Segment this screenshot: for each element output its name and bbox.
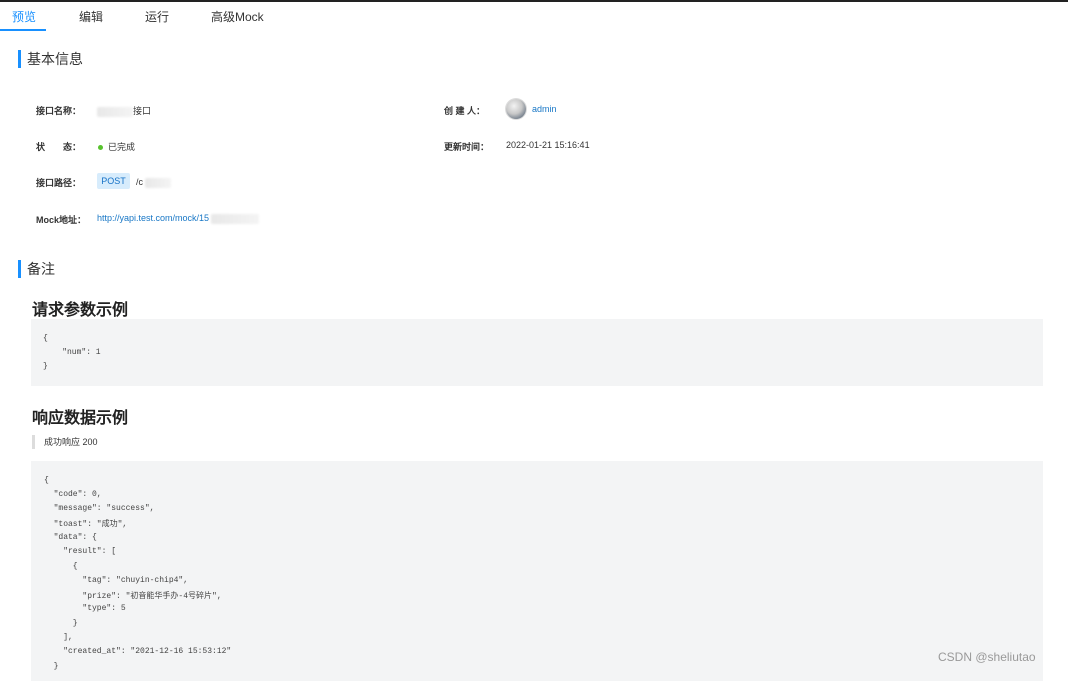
redacted-text — [211, 213, 260, 224]
path-text: /c — [136, 177, 144, 187]
status-label: 状 态： — [36, 142, 82, 152]
code-line: } — [43, 362, 48, 371]
status-value: 已完成 — [98, 140, 135, 153]
status-text: 已完成 — [108, 142, 136, 152]
code-line: "message": "success", — [44, 504, 155, 513]
code-line: "type": 5 — [44, 604, 126, 613]
code-line: { — [44, 476, 49, 485]
remarks-title: 备注 — [18, 260, 55, 278]
method-badge: POST — [97, 173, 130, 189]
updated-time-value: 2022-01-21 15:16:41 — [506, 140, 590, 150]
code-line: { — [44, 562, 78, 571]
request-code-block: { "num": 1 } — [31, 319, 1043, 386]
interface-name-value: 接口 — [97, 104, 151, 117]
interface-name-label: 接口名称： — [36, 106, 82, 116]
code-line: "result": [ — [44, 547, 117, 556]
code-line: "tag": "chuyin-chip4", — [44, 576, 189, 585]
code-line: { — [43, 334, 48, 343]
creator-label: 创 建 人： — [444, 106, 486, 116]
tab-edit[interactable]: 编辑 — [79, 8, 103, 25]
interface-path-label: 接口路径： — [36, 178, 82, 188]
interface-name-text: 接口 — [133, 106, 152, 116]
avatar[interactable] — [506, 99, 526, 119]
tab-preview[interactable]: 预览 — [12, 8, 36, 25]
code-line: ], — [44, 633, 73, 642]
tab-bar: 预览 编辑 运行 高级Mock — [0, 2, 1068, 32]
redacted-text — [97, 106, 133, 117]
active-tab-indicator — [0, 29, 46, 31]
tab-run[interactable]: 运行 — [145, 8, 169, 25]
code-line: "code": 0, — [44, 490, 102, 499]
interface-path-value: /c — [136, 177, 172, 188]
response-code-block: { "code": 0, "message": "success", "toas… — [31, 461, 1043, 681]
code-line: } — [44, 619, 78, 628]
creator-link[interactable]: admin — [532, 104, 557, 114]
tab-advanced-mock[interactable]: 高级Mock — [211, 8, 264, 25]
mock-address-label: Mock地址： — [36, 215, 87, 225]
updated-time-label: 更新时间： — [444, 142, 490, 152]
request-example-heading: 请求参数示例 — [32, 302, 129, 319]
code-line: "num": 1 — [43, 348, 101, 357]
status-dot-icon — [98, 145, 103, 151]
code-line: "data": { — [44, 533, 97, 542]
code-line: "created_at": "2021-12-16 15:53:12" — [44, 647, 232, 656]
watermark: CSDN @sheliutao — [938, 650, 1036, 664]
code-line: "prize": "初音能华手办-4号碎片", — [44, 592, 222, 601]
mock-address-value: http://yapi.test.com/mock/15 — [97, 213, 260, 224]
code-line: "toast": "成功", — [44, 520, 128, 529]
redacted-text — [145, 177, 172, 188]
basic-info-title: 基本信息 — [18, 50, 83, 68]
response-status-note: 成功响应 200 — [32, 435, 98, 449]
mock-address-link[interactable]: http://yapi.test.com/mock/15 — [97, 213, 209, 223]
response-example-heading: 响应数据示例 — [32, 410, 129, 427]
code-line: } — [44, 662, 59, 671]
